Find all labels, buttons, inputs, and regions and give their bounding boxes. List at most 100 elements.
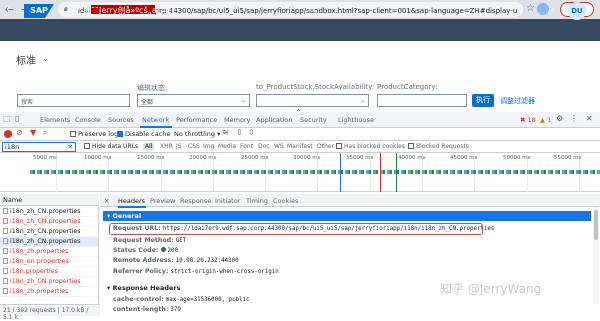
type-img[interactable]: Img [203, 143, 214, 150]
disable-cache-checkbox[interactable]: Disable cache [117, 130, 170, 138]
tab-performance[interactable]: Performance [176, 116, 217, 124]
cache-key: cache-control: [113, 296, 164, 303]
disable-cache-label: Disable cache [125, 130, 171, 138]
tab-preview[interactable]: Preview [150, 197, 175, 205]
filter-input[interactable]: i18n ✕ [2, 142, 76, 152]
user-avatar[interactable]: DU [568, 2, 586, 20]
close-icon[interactable]: ✕ [586, 114, 593, 123]
tab-memory[interactable]: Memory [224, 116, 250, 124]
status-key: Status Code: [113, 247, 159, 254]
warning-count-value: 1 [547, 116, 552, 124]
list-item[interactable]: i18n_zh_CN.properties [0, 227, 98, 237]
request-name: i18n.properties [10, 268, 58, 275]
tab-cookies[interactable]: Cookies [273, 197, 298, 205]
device-icon[interactable]: ▯ [15, 114, 19, 123]
adapt-filters-link[interactable]: 调整过滤器 [500, 96, 535, 106]
warning-count[interactable]: ▲ 1 [540, 116, 551, 124]
stock-select[interactable]: ⌄ [256, 94, 369, 107]
general-section-header[interactable]: ▾ General [103, 211, 591, 221]
throttling-select[interactable]: No throttling ▾ [174, 130, 220, 138]
search-input[interactable]: 搜索 [17, 94, 130, 107]
list-item[interactable]: i18n.properties [0, 267, 98, 277]
request-name: i18n_zh_CN.properties [10, 228, 81, 235]
search-icon[interactable]: ⌕ [43, 128, 47, 138]
type-doc[interactable]: Doc [258, 143, 270, 150]
file-icon [3, 288, 8, 294]
tab-network[interactable]: Network [142, 116, 169, 124]
inspect-icon[interactable]: ⬚ [3, 114, 11, 123]
scrollbar-thumb[interactable] [594, 210, 598, 240]
close-details-icon[interactable]: ✕ [104, 197, 109, 205]
timeline-tick: 15000 ms [137, 155, 165, 161]
active-tab-indicator [118, 206, 146, 208]
type-js[interactable]: JS [176, 143, 182, 150]
app-title[interactable]: è¿™æ˜¯Jerry创å»ºçš„æ ‡é¢˜ [66, 5, 180, 16]
checkbox-checked-icon [117, 131, 123, 137]
status-code-row: Status Code: 200 [113, 247, 178, 254]
checkbox-icon [336, 143, 342, 149]
file-icon [3, 278, 8, 284]
hide-data-urls-checkbox[interactable]: Hide data URLs [84, 143, 138, 150]
gear-icon[interactable]: ⚙ [556, 114, 563, 123]
list-item[interactable]: i18n_zh.properties [0, 247, 98, 257]
type-css[interactable]: CSS [188, 143, 200, 150]
referrer-policy-row: Referrer Policy: strict-origin-when-cros… [113, 268, 279, 275]
list-item[interactable]: i18n_zh_CN.properties [0, 277, 98, 287]
general-title: General [112, 212, 142, 220]
remote-address-row: Remote Address: 10.98.20.232:44300 [113, 257, 239, 264]
type-other[interactable]: Other [317, 143, 334, 150]
tab-elements[interactable]: Elements [40, 116, 70, 124]
error-count[interactable]: ✖ 18 [520, 116, 536, 124]
cache-control-row: cache-control: max-age=31536000, public [113, 296, 250, 303]
category-input[interactable] [377, 94, 467, 107]
list-item[interactable]: i18n_zh_CN.properties [0, 207, 98, 217]
blocked-requests-checkbox[interactable]: Blocked Requests [408, 143, 469, 150]
variant-title[interactable]: 标准 [16, 52, 36, 67]
status-value: 200 [167, 248, 178, 254]
type-manifest[interactable]: Manifest [287, 143, 313, 150]
type-ws[interactable]: WS [274, 143, 284, 150]
upload-icon[interactable]: ⇧ [236, 128, 243, 137]
wifi-icon[interactable]: ≋ [222, 128, 229, 137]
list-item[interactable]: i18n_zh_CN.properties [0, 217, 98, 227]
list-item-selected[interactable]: i18n_zh_CN.properties [0, 237, 98, 247]
content-length-row: content-length: 379 [113, 306, 181, 313]
edit-status-select[interactable]: 全部 ⌄ [137, 94, 250, 107]
tab-application[interactable]: Application [256, 116, 292, 124]
tab-console[interactable]: Console [75, 116, 101, 124]
file-icon [3, 258, 8, 264]
type-media[interactable]: Media [218, 143, 236, 150]
clear-icon[interactable]: ⊘ [16, 128, 23, 137]
tab-initiator[interactable]: Initiator [215, 197, 240, 205]
request-name: i18n_zh_CN.properties [10, 208, 81, 215]
list-item[interactable]: i18n_en.properties [0, 257, 98, 267]
go-button[interactable]: 执行 [472, 94, 494, 107]
download-icon[interactable]: ⇩ [248, 128, 255, 137]
record-icon[interactable] [4, 130, 12, 138]
tab-sources[interactable]: Sources [108, 116, 134, 124]
type-xhr[interactable]: XHR [160, 143, 173, 150]
list-item[interactable]: i18n_zh.properties [0, 287, 98, 297]
request-name: i18n_en.properties [10, 258, 69, 265]
name-column-header[interactable]: Name [0, 194, 99, 206]
type-all[interactable]: All [143, 143, 155, 150]
preserve-log-checkbox[interactable]: Preserve log [70, 130, 118, 138]
tab-response[interactable]: Response [180, 197, 211, 205]
tab-lighthouse[interactable]: Lighthouse [338, 116, 374, 124]
file-icon [3, 208, 8, 214]
more-icon[interactable]: ⋮ [570, 114, 578, 123]
back-icon[interactable]: ‹ [6, 4, 10, 15]
filter-icon[interactable]: ▼ [30, 128, 36, 137]
url-suffix: prp:44300/sap/bc/ui5_ui5/sap/jerryfioria… [154, 7, 518, 15]
tab-security[interactable]: Security [300, 116, 327, 124]
chevron-down-icon[interactable]: ⌄ [42, 54, 49, 63]
clear-filter-icon[interactable]: ✕ [68, 143, 75, 151]
star-icon[interactable]: ☆ [526, 3, 535, 14]
type-font[interactable]: Font [240, 143, 253, 150]
blocked-requests-label: Blocked Requests [416, 143, 469, 150]
search-icon[interactable]: ⌕ [548, 4, 554, 15]
blocked-cookies-checkbox[interactable]: Has blocked cookies [336, 143, 405, 150]
tab-timing[interactable]: Timing [246, 197, 268, 205]
chevron-down-icon[interactable]: ⌄ [310, 4, 318, 15]
tab-headers[interactable]: Headers [118, 197, 145, 205]
